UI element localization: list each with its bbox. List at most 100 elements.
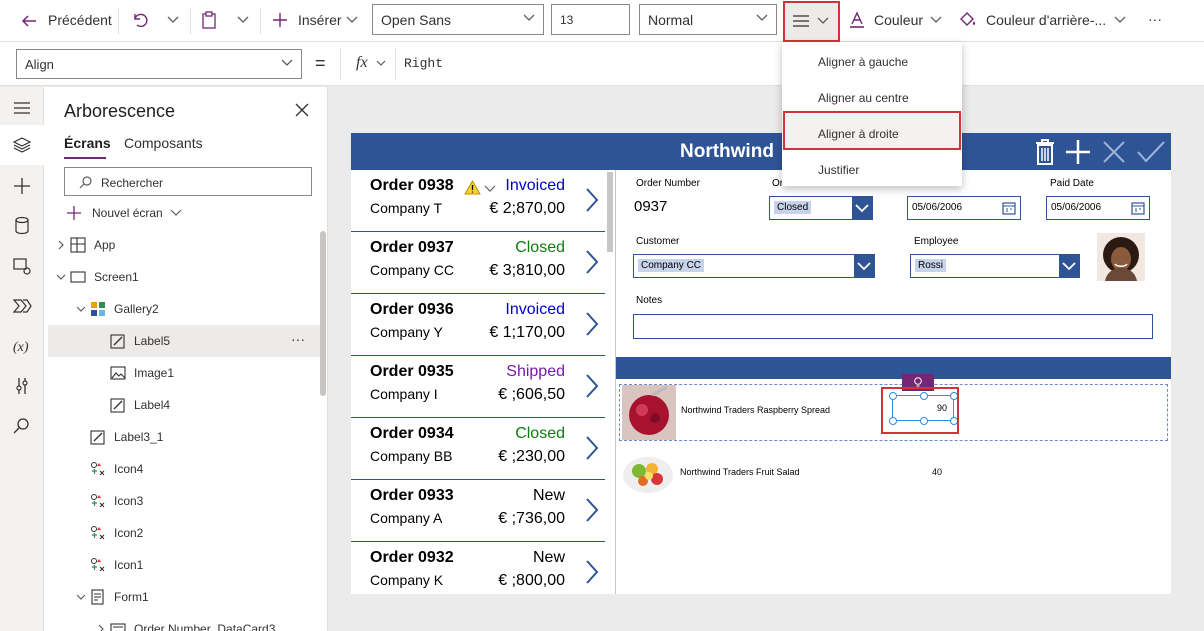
tree-view-rail-button[interactable] [0, 125, 44, 165]
node-more-button[interactable]: ··· [291, 331, 305, 347]
fill-chevron-icon[interactable] [1114, 15, 1126, 25]
order-date-picker[interactable]: 05/06/2006 [907, 196, 1021, 220]
chevron-right-icon[interactable] [585, 187, 599, 213]
tab-screens[interactable]: Écrans [64, 135, 111, 159]
tree-node-label4[interactable]: Label4 [48, 389, 320, 421]
customer-label: Customer [636, 236, 680, 247]
fx-button[interactable]: fx [340, 48, 396, 80]
chevron-right-icon[interactable] [585, 497, 599, 523]
product-row[interactable]: Northwind Traders Fruit Salad 40 [619, 445, 1168, 502]
order-date-value: 05/06/2006 [912, 202, 963, 213]
chevron-down-icon[interactable] [76, 304, 86, 314]
menu-item-align-center[interactable]: Aligner au centre [782, 78, 962, 114]
order-item[interactable]: Order 0934 Company BB Closed € ;230,00 [351, 418, 605, 480]
chevron-right-icon[interactable] [585, 559, 599, 585]
insert-chevron-icon[interactable] [346, 15, 358, 25]
chevron-right-icon[interactable] [585, 311, 599, 337]
tab-components[interactable]: Composants [124, 135, 203, 153]
trash-icon[interactable] [1034, 139, 1056, 165]
order-item[interactable]: Order 0938 Company T Invoiced € 2;870,00 [351, 170, 605, 232]
tools-icon[interactable] [11, 375, 33, 397]
font-color-icon[interactable] [848, 11, 866, 29]
back-arrow-icon[interactable] [20, 12, 38, 30]
font-color-button[interactable]: Couleur [874, 12, 923, 28]
tree-node-form1[interactable]: Form1 [48, 581, 320, 613]
tree-node-label: Label3_1 [114, 430, 164, 444]
insert-plus-icon[interactable] [11, 175, 33, 197]
card-icon [110, 621, 126, 631]
chevron-down-icon[interactable] [484, 185, 496, 193]
chevron-right-icon[interactable] [56, 240, 66, 250]
order-item[interactable]: Order 0933 Company A New € ;736,00 [351, 480, 605, 542]
formula-input[interactable]: Right [404, 56, 443, 71]
insert-button[interactable]: Insérer [298, 12, 342, 28]
tree-node-label: Icon4 [114, 462, 144, 476]
chevron-right-icon[interactable] [585, 373, 599, 399]
order-item[interactable]: Order 0932 Company K New € ;800,00 [351, 542, 605, 594]
chevron-right-icon[interactable] [96, 624, 106, 631]
check-icon[interactable] [1137, 141, 1165, 163]
tree-node-label5-selected[interactable]: Label5 ··· [48, 325, 320, 357]
order-item[interactable]: Order 0935 Company I Shipped € ;606,50 [351, 356, 605, 418]
cancel-icon[interactable] [1103, 141, 1125, 163]
tree-node-label: Icon2 [114, 526, 144, 540]
form-icon [90, 589, 106, 605]
menu-item-justify[interactable]: Justifier [782, 150, 962, 186]
tree-node-app[interactable]: App [48, 229, 320, 261]
order-item[interactable]: Order 0937 Company CC Closed € 3;810,00 [351, 232, 605, 294]
hamburger-icon[interactable] [11, 97, 33, 119]
paid-date-picker[interactable]: 05/06/2006 [1046, 196, 1150, 220]
color-chevron-icon[interactable] [930, 15, 942, 25]
calendar-icon[interactable] [998, 197, 1020, 219]
property-select[interactable]: Align [16, 49, 302, 79]
undo-icon[interactable] [130, 11, 148, 29]
fill-color-button[interactable]: Couleur d'arrière-... [986, 12, 1106, 28]
new-screen-button[interactable]: Nouvel écran [66, 203, 206, 223]
notes-input[interactable] [633, 314, 1153, 339]
employee-dropdown[interactable]: Rossi [910, 254, 1080, 278]
gallery-scrollbar[interactable] [607, 172, 613, 252]
tree-scrollbar[interactable] [320, 231, 326, 396]
plus-icon[interactable] [271, 11, 289, 29]
add-icon[interactable] [1065, 139, 1091, 165]
search-icon[interactable] [11, 415, 33, 437]
chevron-right-icon[interactable] [585, 435, 599, 461]
calendar-icon[interactable] [1127, 197, 1149, 219]
order-status: New [532, 549, 565, 566]
tree-node-icon2[interactable]: Icon2 [48, 517, 320, 549]
chevron-down-icon[interactable] [76, 592, 86, 602]
tree-node-icon3[interactable]: Icon3 [48, 485, 320, 517]
tree-node-label: Form1 [114, 590, 149, 604]
tree-node-icon1[interactable]: Icon1 [48, 549, 320, 581]
tree-node-ordernumber-datacard3[interactable]: Order Number_DataCard3 [48, 613, 320, 631]
undo-chevron-icon[interactable] [167, 15, 179, 25]
tree-node-icon4[interactable]: Icon4 [48, 453, 320, 485]
font-weight-select[interactable]: Normal [639, 4, 777, 35]
customer-dropdown[interactable]: Company CC [633, 254, 875, 278]
font-family-select[interactable]: Open Sans [372, 4, 544, 35]
paste-icon[interactable] [200, 11, 218, 29]
svg-text:(x): (x) [13, 340, 29, 355]
font-size-input[interactable]: 13 [551, 4, 630, 35]
order-company: Company Y [370, 324, 443, 340]
tree-node-gallery2[interactable]: Gallery2 [48, 293, 320, 325]
database-icon[interactable] [11, 215, 33, 237]
tree-node-image1[interactable]: Image1 [48, 357, 320, 389]
close-icon[interactable] [294, 102, 310, 118]
tree-node-label3-1[interactable]: Label3_1 [48, 421, 320, 453]
power-automate-icon[interactable] [11, 295, 33, 317]
order-item[interactable]: Order 0936 Company Y Invoiced € 1;170,00 [351, 294, 605, 356]
menu-item-align-left[interactable]: Aligner à gauche [782, 42, 962, 78]
back-button[interactable]: Précédent [48, 12, 112, 28]
paste-chevron-icon[interactable] [237, 15, 249, 25]
chevron-down-icon[interactable] [56, 272, 66, 282]
icons-icon [90, 461, 106, 477]
chevron-right-icon[interactable] [585, 249, 599, 275]
tree-node-screen1[interactable]: Screen1 [48, 261, 320, 293]
more-options-button[interactable]: ··· [1148, 11, 1162, 27]
search-input[interactable]: Rechercher [64, 167, 312, 196]
order-status-dropdown[interactable]: Closed [769, 196, 873, 220]
fill-color-icon[interactable] [958, 11, 978, 29]
variables-icon[interactable]: (x) [11, 335, 33, 357]
media-icon[interactable] [11, 255, 33, 277]
